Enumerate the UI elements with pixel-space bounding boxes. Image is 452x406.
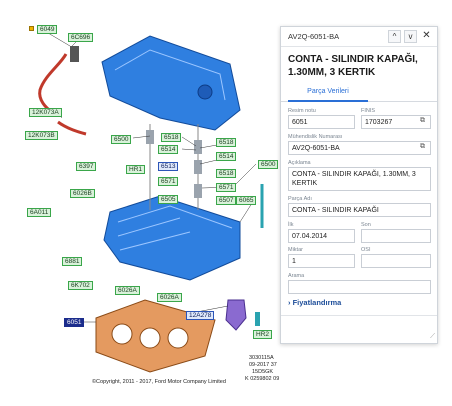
sensor-wire bbox=[38, 53, 68, 114]
copy-icon-engineering[interactable]: ⧉ bbox=[420, 143, 425, 151]
valve-spring-4 bbox=[194, 184, 202, 198]
valve-spring-3 bbox=[194, 160, 202, 174]
callout-6518-lower[interactable]: 6518 bbox=[216, 169, 237, 178]
chevron-down-icon[interactable]: v bbox=[404, 30, 417, 43]
cylinder-head[interactable] bbox=[103, 195, 241, 281]
callout-6026b[interactable]: 6026B bbox=[70, 189, 95, 198]
small-bolt bbox=[255, 312, 260, 326]
callout-6514[interactable]: 6514 bbox=[158, 145, 179, 154]
sensor-wire-lower bbox=[57, 120, 87, 136]
miktar-field[interactable]: 1 bbox=[288, 254, 355, 268]
callout-12a278[interactable]: 12A278 bbox=[186, 311, 215, 320]
callout-6518[interactable]: 6518 bbox=[161, 133, 182, 142]
callout-6k702[interactable]: 6K702 bbox=[68, 281, 93, 290]
callout-6a011[interactable]: 6A011 bbox=[27, 208, 52, 217]
gasket-bore-2 bbox=[139, 327, 161, 349]
ilk-label: İlk bbox=[288, 222, 294, 228]
panel-header: AV2Q-6051-BA ^ v ✕ bbox=[281, 27, 437, 47]
muhendislik-label: Mühendislik Numarası bbox=[288, 134, 343, 140]
part-title: CONTA - SILINDIR KAPAĞI, 1.30MM, 3 KERTI… bbox=[288, 54, 418, 78]
copy-icon[interactable]: ⧉ bbox=[420, 117, 425, 125]
ref-code-4: K 0259802 09 bbox=[245, 376, 280, 382]
tab-bar: Parça Verileri bbox=[281, 85, 437, 102]
callout-12k073a[interactable]: 12K073A bbox=[29, 108, 62, 117]
aciklama-label: Açıklama bbox=[288, 160, 311, 166]
aciklama-field[interactable]: CONTA - SILINDIR KAPAĞI, 1.30MM, 3 KERTI… bbox=[288, 167, 431, 191]
callout-6571-right[interactable]: 6571 bbox=[216, 183, 237, 192]
miktar-label: Miktar bbox=[288, 247, 303, 253]
callout-6500-right[interactable]: 6500 bbox=[258, 160, 279, 169]
panel-footer-divider bbox=[281, 315, 437, 316]
callout-6065[interactable]: 6065 bbox=[236, 196, 257, 205]
callout-6507[interactable]: 6507 bbox=[216, 196, 237, 205]
resim-notu-label: Resim notu bbox=[288, 108, 316, 114]
chevron-right-icon: › bbox=[288, 298, 291, 307]
callout-6881[interactable]: 6881 bbox=[62, 257, 83, 266]
callout-6397[interactable]: 6397 bbox=[76, 162, 97, 171]
callout-6518-right[interactable]: 6518 bbox=[216, 138, 237, 147]
callout-12k073b[interactable]: 12K073B bbox=[25, 131, 58, 140]
gasket-bore-1 bbox=[111, 323, 133, 345]
close-icon[interactable]: ✕ bbox=[420, 30, 433, 43]
copyright-text: ©Copyright, 2011 - 2017, Ford Motor Comp… bbox=[92, 379, 226, 385]
part-detail-panel: AV2Q-6051-BA ^ v ✕ CONTA - SILINDIR KAPA… bbox=[280, 26, 438, 344]
muhendislik-field[interactable]: AV2Q-6051-BA bbox=[288, 141, 431, 155]
panel-header-code: AV2Q-6051-BA bbox=[288, 32, 340, 41]
son-label: Son bbox=[361, 222, 371, 228]
parca-adi-field[interactable]: CONTA - SILINDIR KAPAĞI bbox=[288, 203, 431, 217]
gasket-bore-3 bbox=[167, 327, 189, 349]
pricing-expander[interactable]: › Fiyatlandırma bbox=[288, 298, 341, 307]
cam-cover-port bbox=[197, 84, 213, 100]
cam-cover[interactable] bbox=[101, 35, 241, 131]
osi-field[interactable] bbox=[361, 254, 431, 268]
valve-spring-2 bbox=[194, 140, 202, 154]
chevron-up-icon[interactable]: ^ bbox=[388, 30, 401, 43]
callout-6026a[interactable]: 6026A bbox=[115, 286, 140, 295]
ref-code-1: 3030115A bbox=[249, 355, 274, 361]
pricing-label: Fiyatlandırma bbox=[292, 298, 342, 307]
ref-code-2: 09-2017 37 bbox=[249, 362, 277, 368]
callout-6051-selected[interactable]: 6051 bbox=[64, 318, 85, 327]
arama-label: Arama bbox=[288, 273, 305, 279]
ref-code-3: 15D5GK bbox=[252, 369, 274, 375]
purple-sensor[interactable] bbox=[225, 299, 247, 331]
callout-6513[interactable]: 6513 bbox=[158, 162, 179, 171]
osi-label: OSI bbox=[361, 247, 371, 253]
callout-marker bbox=[29, 26, 34, 31]
callout-6c696[interactable]: 6C696 bbox=[68, 33, 94, 42]
callout-6500[interactable]: 6500 bbox=[111, 135, 132, 144]
callout-hr2[interactable]: HR2 bbox=[253, 330, 273, 339]
callout-6505[interactable]: 6505 bbox=[158, 195, 179, 204]
ilk-field[interactable]: 07.04.2014 bbox=[288, 229, 355, 243]
callout-6049[interactable]: 6049 bbox=[37, 25, 58, 34]
callout-hr1[interactable]: HR1 bbox=[126, 165, 146, 174]
sensor-body bbox=[70, 46, 79, 62]
valve-spring-1 bbox=[146, 130, 154, 144]
arama-field[interactable] bbox=[288, 280, 431, 294]
callout-6026a-second[interactable]: 6026A bbox=[157, 293, 182, 302]
callout-6514-right[interactable]: 6514 bbox=[216, 152, 237, 161]
screen: 6049 6C696 12K073A 12K073B 6397 6026B 6A… bbox=[0, 0, 452, 406]
son-field[interactable] bbox=[361, 229, 431, 243]
callout-6571[interactable]: 6571 bbox=[158, 177, 179, 186]
tab-parca-verileri[interactable]: Parça Verileri bbox=[288, 85, 368, 102]
resize-handle-icon[interactable]: ⟋ bbox=[430, 333, 435, 341]
finis-label: FINIS bbox=[361, 108, 376, 114]
parca-adi-label: Parça Adı bbox=[288, 196, 312, 202]
resim-notu-field[interactable]: 6051 bbox=[288, 115, 355, 129]
